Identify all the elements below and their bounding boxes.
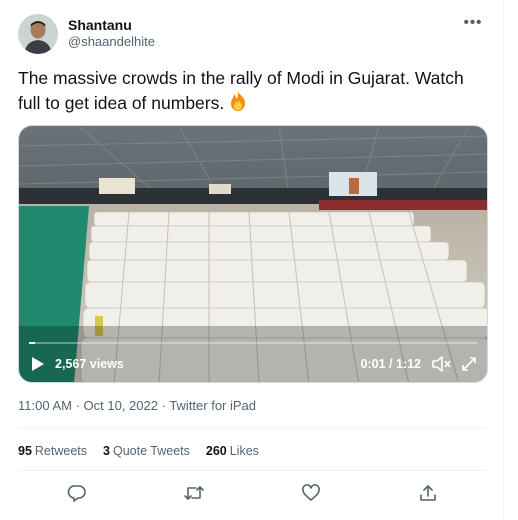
author-name[interactable]: Shantanu xyxy=(68,17,132,33)
share-icon xyxy=(420,485,437,501)
likes-label: Likes xyxy=(229,444,259,458)
reply-icon xyxy=(67,485,86,502)
video-time: 0:01 / 1:12 xyxy=(360,357,421,371)
quotes-label: Quote Tweets xyxy=(112,444,190,458)
retweets-label: Retweets xyxy=(34,444,88,458)
tweet-date[interactable]: Oct 10, 2022 xyxy=(84,398,158,413)
quotes-count: 3 xyxy=(103,444,110,458)
retweets-count: 95 xyxy=(18,444,32,458)
meta-separator: · xyxy=(157,398,170,413)
quote-tweets-stat[interactable]: 3 Quote Tweets xyxy=(103,444,190,458)
tweet-actions xyxy=(18,482,487,504)
likes-stat[interactable]: 260 Likes xyxy=(206,444,259,458)
like-icon xyxy=(302,484,321,501)
retweet-button[interactable] xyxy=(183,482,205,504)
retweet-icon xyxy=(184,486,204,500)
tweet-stats: 95 Retweets 3 Quote Tweets 260 Likes xyxy=(18,444,259,458)
tweet-time[interactable]: 11:00 AM xyxy=(18,398,72,413)
tweet-source[interactable]: Twitter for iPad xyxy=(169,398,256,413)
share-button[interactable] xyxy=(417,482,439,504)
divider xyxy=(18,470,487,471)
video-player[interactable]: 2,567 views 0:01 / 1:12 xyxy=(18,125,488,383)
tweet-header: Shantanu @shaandelhite ••• xyxy=(18,14,487,56)
likes-count: 260 xyxy=(205,444,227,458)
video-frame xyxy=(19,126,487,382)
reply-button[interactable] xyxy=(66,482,88,504)
video-progress-track[interactable] xyxy=(29,342,477,344)
retweets-stat[interactable]: 95 Retweets xyxy=(18,444,87,458)
fullscreen-icon[interactable] xyxy=(461,356,477,372)
like-button[interactable] xyxy=(300,482,322,504)
tweet-text: The massive crowds in the rally of Modi … xyxy=(18,66,488,118)
mute-icon[interactable] xyxy=(431,355,451,373)
divider xyxy=(18,428,487,429)
tweet-card: Shantanu @shaandelhite ••• The massive c… xyxy=(0,0,504,520)
play-icon[interactable] xyxy=(31,356,45,372)
avatar[interactable] xyxy=(18,14,58,54)
more-options-button[interactable]: ••• xyxy=(461,14,485,36)
fire-icon xyxy=(228,90,248,118)
video-views: 2,567 views xyxy=(55,357,124,371)
tweet-meta: 11:00 AM · Oct 10, 2022 · Twitter for iP… xyxy=(18,398,256,413)
meta-separator: · xyxy=(71,398,84,413)
video-progress-fill xyxy=(29,342,36,344)
author-handle[interactable]: @shaandelhite xyxy=(68,34,155,49)
video-controls: 2,567 views 0:01 / 1:12 xyxy=(19,346,487,382)
